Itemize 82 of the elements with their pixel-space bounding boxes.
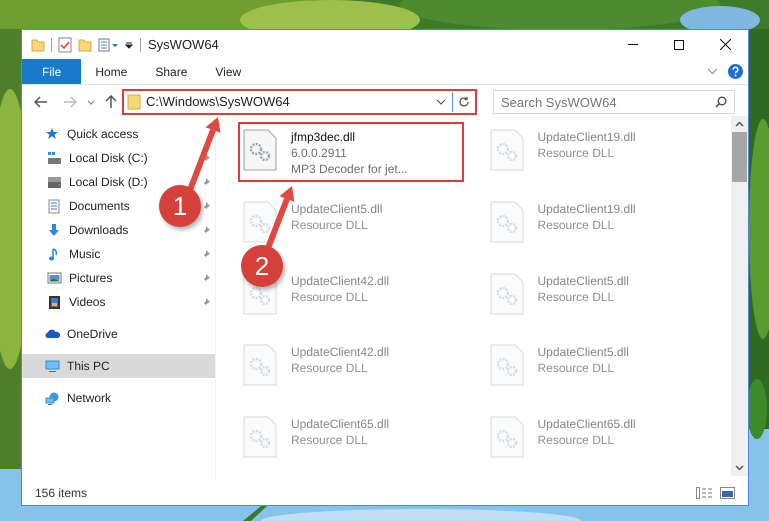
- ribbon-tab[interactable]: File: [22, 59, 82, 84]
- file-name: UpdateClient19.dll: [538, 200, 636, 217]
- file-detail: Resource DLL: [538, 432, 616, 448]
- scroll-up-icon[interactable]: [735, 121, 744, 127]
- properties-icon[interactable]: [98, 38, 118, 52]
- nav-item[interactable]: Documents: [22, 194, 134, 218]
- caret-icon[interactable]: [436, 99, 446, 105]
- nav-item[interactable]: Network: [22, 386, 116, 410]
- caret-icon[interactable]: [87, 100, 95, 104]
- gear-file-icon: [243, 129, 277, 171]
- nav-item[interactable]: Local Disk (D:): [22, 170, 152, 194]
- nav-item[interactable]: This PC: [22, 354, 215, 378]
- gear-file-icon: [490, 200, 524, 243]
- nav-item[interactable]: Downloads: [22, 218, 132, 242]
- item-count: 156 items: [35, 485, 88, 502]
- document-icon: [47, 198, 62, 214]
- gear-file-icon: [243, 416, 277, 458]
- gear-file-icon: [490, 272, 524, 315]
- file-name: jfmp3dec.dll: [291, 129, 356, 145]
- refresh-icon[interactable]: [458, 96, 470, 108]
- minimize-icon: [628, 44, 638, 45]
- gear-file-icon: [243, 344, 277, 386]
- nav-item[interactable]: OneDrive: [22, 322, 122, 346]
- ribbon-tab[interactable]: Home: [81, 59, 142, 84]
- address-bar[interactable]: C:\Windows\SysWOW64: [122, 89, 477, 115]
- gear-file-icon: [490, 416, 524, 458]
- close-icon: [720, 39, 730, 50]
- up-arrow-icon[interactable]: [105, 95, 117, 109]
- file-detail: Resource DLL: [538, 216, 616, 233]
- search-icon: [715, 96, 727, 108]
- window-title: SysWOW64: [148, 36, 219, 54]
- file-name: UpdateClient42.dll: [291, 344, 390, 360]
- file-name: UpdateClient5.dll: [538, 272, 629, 289]
- file-detail: Resource DLL: [291, 432, 369, 448]
- nav-item[interactable]: Quick access: [22, 122, 142, 146]
- scrollbar[interactable]: [731, 116, 748, 476]
- drive-icon: [47, 150, 62, 166]
- file-name: UpdateClient65.dll: [538, 416, 636, 432]
- gear-file-icon: [243, 200, 277, 243]
- nav-item[interactable]: Local Disk (C:): [22, 146, 152, 170]
- down-arrow-icon: [47, 222, 62, 238]
- file-detail: 6.0.0.2911: [291, 145, 348, 161]
- file-detail: Resource DLL: [291, 360, 369, 376]
- folder-icon[interactable]: [78, 38, 92, 52]
- globe-monitor-icon: [45, 390, 60, 406]
- folder-icon: [127, 94, 141, 110]
- maximize-icon: [674, 40, 684, 50]
- file-detail: Resource DLL: [538, 288, 616, 305]
- gear-file-icon: [490, 129, 524, 171]
- file-name: UpdateClient5.dll: [291, 200, 382, 217]
- ribbon-tab[interactable]: View: [201, 59, 256, 84]
- file-name: UpdateClient5.dll: [538, 344, 629, 360]
- file-detail: MP3 Decoder for jet...: [291, 161, 408, 177]
- ribbon-tab[interactable]: Share: [141, 59, 202, 84]
- film-icon: [47, 294, 62, 310]
- tiles-view-icon[interactable]: [720, 487, 735, 499]
- dropdown-icon[interactable]: [124, 40, 134, 50]
- address-text: C:\Windows\SysWOW64: [146, 93, 290, 112]
- scroll-down-icon[interactable]: [735, 465, 744, 471]
- nav-item[interactable]: Music: [22, 242, 104, 266]
- file-detail: Resource DLL: [291, 288, 369, 305]
- nav-item[interactable]: Pictures: [22, 266, 116, 290]
- help-icon[interactable]: [728, 64, 743, 79]
- file-detail: Resource DLL: [291, 216, 369, 233]
- file-detail: Resource DLL: [538, 360, 616, 376]
- drive-icon: [47, 174, 62, 190]
- star-icon: [45, 126, 60, 142]
- file-name: UpdateClient19.dll: [538, 129, 636, 145]
- folder-icon[interactable]: [31, 38, 45, 52]
- chevron-icon[interactable]: [707, 68, 718, 75]
- monitor-icon: [45, 358, 60, 374]
- file-name: UpdateClient65.dll: [291, 416, 390, 432]
- gear-file-icon: [490, 344, 524, 386]
- file-name: UpdateClient42.dll: [291, 272, 390, 289]
- details-view-icon[interactable]: [696, 487, 712, 499]
- search-field[interactable]: Search SysWOW64: [493, 90, 735, 114]
- scroll-thumb[interactable]: [732, 132, 747, 182]
- file-detail: Resource DLL: [538, 145, 616, 161]
- checklist-icon[interactable]: [58, 36, 72, 52]
- picture-icon: [47, 270, 62, 286]
- back-arrow-icon[interactable]: [34, 96, 48, 108]
- nav-item[interactable]: Videos: [22, 290, 110, 314]
